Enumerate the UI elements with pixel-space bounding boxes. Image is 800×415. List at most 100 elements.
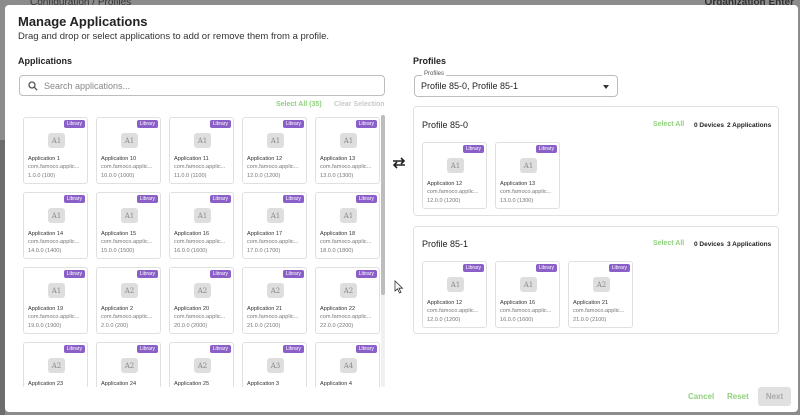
library-badge: Library (209, 345, 231, 353)
app-avatar-icon: A1 (340, 133, 357, 148)
app-card[interactable]: Library A1 Application 12 com.famoco.applic… (242, 117, 307, 184)
app-version: 12.0.0 (1200) (427, 198, 461, 204)
mouse-cursor-icon (394, 280, 404, 294)
swap-arrows-icon (392, 157, 406, 169)
app-name: Application 2 (101, 306, 134, 312)
app-version: 22.0.0 (2200) (320, 323, 354, 329)
app-avatar-icon: A1 (48, 208, 65, 223)
app-card[interactable]: Library A1 Application 18 com.famoco.applic… (315, 192, 380, 259)
app-package: com.famoco.applic... (101, 314, 153, 320)
app-name: Application 15 (101, 231, 137, 237)
app-avatar-icon: A4 (340, 358, 357, 373)
app-version: 16.0.0 (1600) (174, 248, 208, 254)
app-avatar-icon: A2 (121, 358, 138, 373)
app-card[interactable]: LibraryA3Application 3com.famoco.applic.… (242, 342, 307, 387)
chevron-down-icon[interactable] (603, 85, 609, 89)
app-card[interactable]: Library A1 Application 1 com.famoco.applic.… (23, 117, 88, 184)
app-version: 10.0.0 (1000) (101, 173, 135, 179)
library-badge: Library (63, 345, 85, 353)
app-card[interactable]: Library A1 Application 13 com.famoco.applic… (495, 142, 560, 209)
app-card[interactable]: Library A2 Application 21 com.famoco.applic… (242, 267, 307, 334)
app-card[interactable]: Library A1 Application 14 com.famoco.applic… (23, 192, 88, 259)
app-package: com.famoco.applic... (500, 308, 552, 314)
app-name: Application 3 (247, 381, 280, 387)
profiles-heading: Profiles (413, 56, 447, 66)
applications-heading: Applications (18, 56, 73, 66)
app-card[interactable]: Library A1 Application 10 com.famoco.applic… (96, 117, 161, 184)
app-package: com.famoco.applic... (174, 314, 226, 320)
library-badge: Library (462, 264, 484, 272)
profile-card[interactable]: Profile 85-1 Select All 0 Devices 3 Appl… (413, 226, 779, 334)
app-version: 12.0.0 (1200) (247, 173, 281, 179)
select-all-applications-button[interactable]: Select All (35) (276, 101, 322, 108)
app-package: com.famoco.applic... (28, 239, 80, 245)
app-card[interactable]: Library A2 Application 21 com.famoco.applic… (568, 261, 633, 328)
library-badge: Library (355, 345, 377, 353)
app-card[interactable]: Library A2 Application 20 com.famoco.applic… (169, 267, 234, 334)
app-version: 21.0.0 (2100) (247, 323, 281, 329)
library-badge: Library (282, 270, 304, 278)
app-card[interactable]: Library A1 Application 12 com.famoco.applic… (422, 261, 487, 328)
manage-applications-modal: Manage Applications Drag and drop or sel… (5, 5, 798, 412)
reset-button[interactable]: Reset (727, 392, 749, 401)
profile-title: Profile 85-0 (422, 120, 469, 130)
app-name: Application 19 (28, 306, 64, 312)
next-button[interactable]: Next (758, 387, 791, 406)
app-package: com.famoco.applic... (573, 308, 625, 314)
app-card[interactable]: Library A1 Application 16 com.famoco.applic… (495, 261, 560, 328)
library-badge: Library (282, 195, 304, 203)
app-avatar-icon: A2 (121, 283, 138, 298)
app-avatar-icon: A1 (520, 158, 537, 173)
app-avatar-icon: A1 (267, 208, 284, 223)
app-card[interactable]: Library A2 Application 22 com.famoco.applic… (315, 267, 380, 334)
clear-selection-button[interactable]: Clear Selection (334, 101, 385, 108)
search-input[interactable] (44, 80, 364, 91)
app-card[interactable]: Library A1 Application 11 com.famoco.applic… (169, 117, 234, 184)
app-package: com.famoco.applic... (427, 189, 479, 195)
app-name: Application 13 (500, 181, 536, 187)
app-card[interactable]: Library A1 Application 16 com.famoco.applic… (169, 192, 234, 259)
app-card[interactable]: LibraryA4Application 4com.famoco.applic.… (315, 342, 380, 387)
app-card[interactable]: LibraryA2Application 23com.famoco.applic… (23, 342, 88, 387)
library-badge: Library (355, 120, 377, 128)
app-package: com.famoco.applic... (101, 239, 153, 245)
profile-applications-count: 3 Applications (727, 241, 772, 248)
search-box[interactable] (19, 75, 385, 96)
app-package: com.famoco.applic... (320, 239, 372, 245)
app-card[interactable]: Library A1 Application 12 com.famoco.applic… (422, 142, 487, 209)
app-card[interactable]: Library A2 Application 2 com.famoco.applic.… (96, 267, 161, 334)
app-name: Application 16 (174, 231, 210, 237)
app-name: Application 16 (500, 300, 536, 306)
library-badge: Library (282, 120, 304, 128)
app-avatar-icon: A2 (48, 358, 65, 373)
cancel-button[interactable]: Cancel (688, 392, 714, 401)
app-avatar-icon: A3 (267, 358, 284, 373)
library-badge: Library (209, 270, 231, 278)
app-version: 14.0.0 (1400) (28, 248, 62, 254)
app-name: Application 14 (28, 231, 64, 237)
app-name: Application 12 (427, 181, 463, 187)
profile-devices-count: 0 Devices (694, 241, 724, 248)
app-card[interactable]: Library A1 Application 15 com.famoco.applic… (96, 192, 161, 259)
app-card[interactable]: LibraryA2Application 25com.famoco.applic… (169, 342, 234, 387)
app-package: com.famoco.applic... (28, 314, 80, 320)
library-badge: Library (535, 264, 557, 272)
app-avatar-icon: A2 (194, 358, 211, 373)
app-card[interactable]: LibraryA2Application 24com.famoco.applic… (96, 342, 161, 387)
profile-select-all-button[interactable]: Select All (653, 121, 684, 128)
app-card[interactable]: Library A1 Application 13 com.famoco.applic… (315, 117, 380, 184)
app-version: 1.0.0 (100) (28, 173, 56, 179)
app-name: Application 11 (174, 156, 209, 162)
profiles-select[interactable]: Profiles Profile 85-0, Profile 85-1 (414, 71, 618, 97)
profile-select-all-button[interactable]: Select All (653, 240, 684, 247)
app-name: Application 12 (427, 300, 463, 306)
app-avatar-icon: A2 (194, 283, 211, 298)
app-card[interactable]: Library A1 Application 19 com.famoco.applic… (23, 267, 88, 334)
app-version: 19.0.0 (1900) (28, 323, 62, 329)
app-version: 17.0.0 (1700) (247, 248, 281, 254)
profile-card[interactable]: Profile 85-0 Select All 0 Devices 2 Appl… (413, 106, 779, 216)
app-card[interactable]: Library A1 Application 17 com.famoco.applic… (242, 192, 307, 259)
app-avatar-icon: A1 (340, 208, 357, 223)
app-avatar-icon: A1 (267, 133, 284, 148)
library-badge: Library (355, 270, 377, 278)
